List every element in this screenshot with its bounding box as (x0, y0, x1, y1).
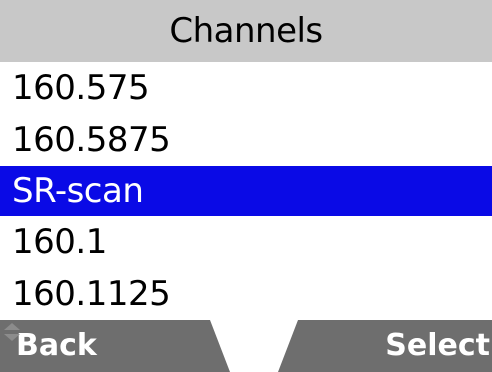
channels-screen: Channels 160.575 160.5875 SR-scan 160.1 … (0, 0, 492, 372)
up-down-navigation-icon (4, 323, 20, 341)
channel-item[interactable]: 160.1125 (0, 268, 492, 320)
channel-item[interactable]: 160.5875 (0, 114, 492, 166)
select-softkey[interactable]: Select (385, 320, 490, 372)
channel-item-selected[interactable]: SR-scan (0, 166, 492, 216)
channel-item[interactable]: 160.1 (0, 216, 492, 268)
channel-list: 160.575 160.5875 SR-scan 160.1 160.1125 (0, 62, 492, 320)
softkey-bar: Back Select (0, 320, 492, 372)
back-softkey[interactable]: Back (16, 320, 97, 372)
page-title: Channels (0, 0, 492, 62)
channel-item[interactable]: 160.575 (0, 62, 492, 114)
